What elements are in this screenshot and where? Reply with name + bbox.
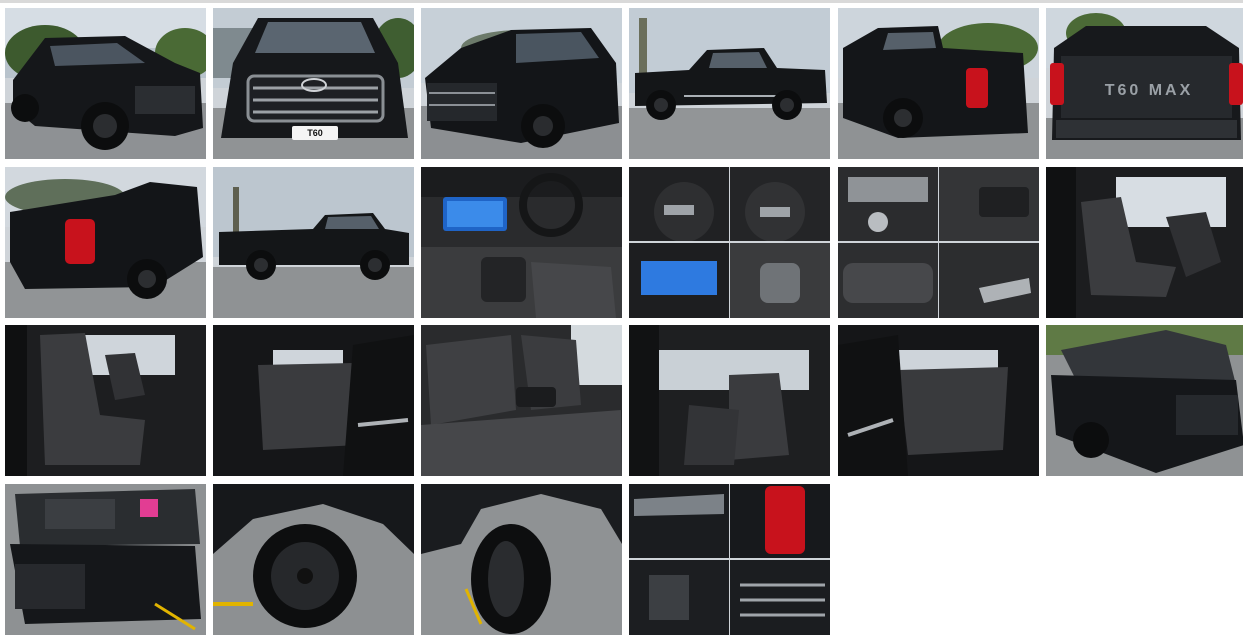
rear-seats-right-image (838, 325, 1039, 476)
rear-seats-left-image (213, 325, 414, 476)
photo-thumbnail-rear-three-quarter-left[interactable] (5, 167, 206, 318)
rear-seats-armrest-image (421, 325, 622, 476)
collage-cell-screen (629, 243, 729, 318)
photo-thumbnail-side-left[interactable] (629, 8, 830, 159)
fog-light-image (629, 560, 729, 635)
pickup-rear-left-image (5, 167, 206, 318)
tailgate-lettering: T60 MAX (1104, 82, 1194, 99)
collage-cell-grille (730, 560, 830, 635)
photo-thumbnail-front-seats-passenger-door[interactable] (5, 325, 206, 476)
photo-thumbnail-rear-seats-right-door[interactable] (838, 325, 1039, 476)
dashboard-image (421, 167, 622, 318)
photo-thumbnail-front-bonnet-open[interactable] (1046, 325, 1243, 476)
engine-bay-image (5, 484, 206, 635)
photo-thumbnail-steering-controls-collage[interactable] (629, 167, 830, 318)
door-handle-image (939, 243, 1039, 318)
photo-thumbnail-dashboard[interactable] (421, 167, 622, 318)
tail-light-image (730, 484, 830, 558)
grille-image (730, 560, 830, 635)
photo-thumbnail-front-three-quarter-left[interactable] (5, 8, 206, 159)
collage-cell-shifter (730, 243, 830, 318)
photo-thumbnail-rear-tailgate[interactable]: T60 MAX (1046, 8, 1243, 159)
photo-grid: T60 T60 MAX (0, 0, 1243, 635)
collage-cell-door-handle (939, 243, 1039, 318)
rear-wheel-image (421, 484, 622, 635)
collage-cell-headlight (629, 484, 729, 558)
photo-thumbnail-rear-seats-left-door[interactable] (213, 325, 414, 476)
photo-thumbnail-details-collage[interactable] (629, 484, 830, 635)
photo-thumbnail-rear-seats-armrest[interactable] (421, 325, 622, 476)
pickup-side-image (629, 8, 830, 159)
photo-thumbnail-interior-from-passenger[interactable] (629, 325, 830, 476)
photo-thumbnail-console-collage[interactable] (838, 167, 1039, 318)
front-wheel-image (213, 484, 414, 635)
front-seats-passenger-image (5, 325, 206, 476)
collage-cell-window-switches (939, 167, 1039, 241)
steering-left-image (629, 167, 729, 241)
pickup-front-right-image (421, 8, 622, 159)
brand-logo-icon (301, 78, 327, 92)
bonnet-open-image (1046, 325, 1243, 476)
collage-cell-console (838, 167, 938, 241)
window-switches-image (939, 167, 1039, 241)
number-plate: T60 (292, 126, 338, 140)
photo-thumbnail-rear-wheel[interactable] (421, 484, 622, 635)
collage-cell-steering-right (730, 167, 830, 241)
photo-thumbnail-front-wheel[interactable] (213, 484, 414, 635)
steering-right-image (730, 167, 830, 241)
pickup-front-left-image (5, 8, 206, 159)
seat-image (838, 243, 938, 318)
collage-cell-steering-left (629, 167, 729, 241)
photo-thumbnail-front-seats-driver-door[interactable] (1046, 167, 1243, 318)
headlight-image (629, 484, 729, 558)
photo-thumbnail-front[interactable]: T60 (213, 8, 414, 159)
collage-cell-seat (838, 243, 938, 318)
pickup-rear-three-quarter-image (838, 8, 1039, 159)
console-image (838, 167, 938, 241)
photo-thumbnail-rear-three-quarter[interactable] (838, 8, 1039, 159)
front-seats-image (1046, 167, 1243, 318)
shifter-image (730, 243, 830, 318)
photo-thumbnail-engine-bay[interactable] (5, 484, 206, 635)
photo-thumbnail-side-right[interactable] (213, 167, 414, 318)
collage-cell-fog-light (629, 560, 729, 635)
photo-thumbnail-front-three-quarter-right[interactable] (421, 8, 622, 159)
screen-image (629, 243, 729, 318)
collage-cell-tail-light (730, 484, 830, 558)
pickup-side-right-image (213, 167, 414, 318)
interior-passenger-image (629, 325, 830, 476)
